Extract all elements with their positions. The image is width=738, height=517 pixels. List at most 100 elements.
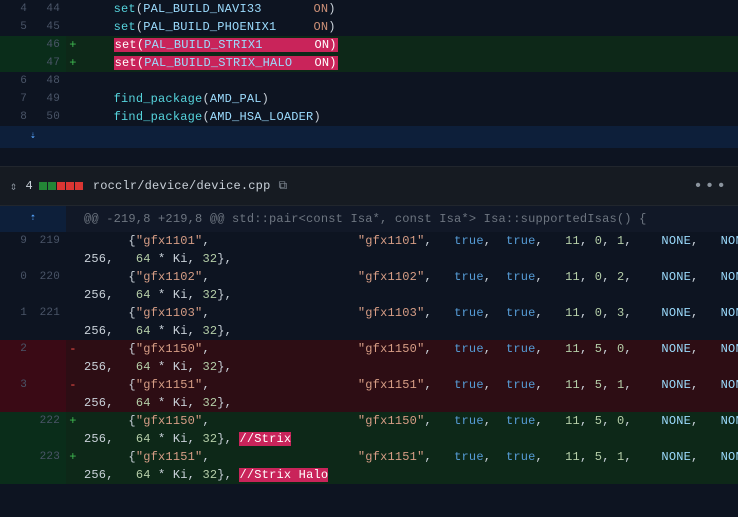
gutter-left[interactable] xyxy=(0,54,33,72)
gutter-left[interactable] xyxy=(0,412,33,430)
gutter-right[interactable]: 220 xyxy=(33,268,66,286)
code-row: 46+ set(PAL_BUILD_STRIX1 ON) xyxy=(0,36,738,54)
gutter-left[interactable]: 6 xyxy=(0,72,33,90)
diff-marker xyxy=(66,0,80,18)
gutter-left[interactable]: 2 xyxy=(0,340,33,358)
hunk-header-text: @@ -219,8 +219,8 @@ std::pair<const Isa*… xyxy=(80,206,738,232)
code-row-wrap: 256, 64 * Ki, 32}, //Strix Halo xyxy=(0,466,738,484)
gutter-left[interactable]: 8 xyxy=(0,108,33,126)
diff-marker xyxy=(66,268,80,286)
diff-marker xyxy=(66,18,80,36)
gutter-left[interactable]: 0 xyxy=(0,268,33,286)
code-row-wrap: 256, 64 * Ki, 32}, xyxy=(0,322,738,340)
code-row: 444 set(PAL_BUILD_NAVI33 ON) xyxy=(0,0,738,18)
gutter-right[interactable]: 44 xyxy=(33,0,66,18)
code-content: set(PAL_BUILD_STRIX1 ON) xyxy=(80,36,738,54)
expand-up-icon[interactable]: ⇡ xyxy=(30,206,36,232)
stat-box xyxy=(39,182,47,190)
diff-marker xyxy=(66,232,80,250)
code-content: 256, 64 * Ki, 32}, //Strix xyxy=(80,430,738,448)
code-content: {"gfx1103", "gfx1103", true, true, 11, 0… xyxy=(80,304,738,322)
diff-stat-count: 4 xyxy=(25,179,32,193)
gutter-left[interactable] xyxy=(0,448,33,466)
code-row: 749 find_package(AMD_PAL) xyxy=(0,90,738,108)
expand-down-row[interactable]: ⇣ xyxy=(0,126,738,148)
diff-marker xyxy=(66,90,80,108)
code-row: 223+ {"gfx1151", "gfx1151", true, true, … xyxy=(0,448,738,466)
gutter-right[interactable]: 45 xyxy=(33,18,66,36)
gutter-left[interactable] xyxy=(0,36,33,54)
diff-stat-boxes xyxy=(39,182,83,190)
code-content: 256, 64 * Ki, 32}, xyxy=(80,286,738,304)
gutter-left[interactable]: 3 xyxy=(0,376,33,394)
file2-diff: 9219 {"gfx1101", "gfx1101", true, true, … xyxy=(0,232,738,484)
file-header[interactable]: ⇕ 4 rocclr/device/device.cpp ⧉ ••• xyxy=(0,166,738,206)
code-row: 47+ set(PAL_BUILD_STRIX_HALO ON) xyxy=(0,54,738,72)
code-content: find_package(AMD_HSA_LOADER) xyxy=(80,108,738,126)
gutter-right[interactable]: 50 xyxy=(33,108,66,126)
stat-box xyxy=(66,182,74,190)
gutter-left[interactable]: 1 xyxy=(0,304,33,322)
gutter-right[interactable] xyxy=(33,376,66,394)
code-row: 850 find_package(AMD_HSA_LOADER) xyxy=(0,108,738,126)
gutter-right[interactable]: 48 xyxy=(33,72,66,90)
hunk-header-row: ⇡ @@ -219,8 +219,8 @@ std::pair<const Is… xyxy=(0,206,738,232)
code-row: 3 - {"gfx1151", "gfx1151", true, true, 11… xyxy=(0,376,738,394)
gutter-left[interactable]: 5 xyxy=(0,18,33,36)
gutter-right[interactable]: 47 xyxy=(33,54,66,72)
file-menu-icon[interactable]: ••• xyxy=(693,177,728,195)
code-content: {"gfx1151", "gfx1151", true, true, 11, 5… xyxy=(80,376,738,394)
code-row: 545 set(PAL_BUILD_PHOENIX1 ON) xyxy=(0,18,738,36)
gutter-right[interactable]: 222 xyxy=(33,412,66,430)
gutter-left[interactable]: 9 xyxy=(0,232,33,250)
code-row-wrap: 256, 64 * Ki, 32}, xyxy=(0,358,738,376)
code-content: {"gfx1102", "gfx1102", true, true, 11, 0… xyxy=(80,268,738,286)
code-content: {"gfx1150", "gfx1150", true, true, 11, 5… xyxy=(80,412,738,430)
stat-box xyxy=(75,182,83,190)
code-content: {"gfx1101", "gfx1101", true, true, 11, 0… xyxy=(80,232,738,250)
code-content: 256, 64 * Ki, 32}, xyxy=(80,358,738,376)
code-row: 1221 {"gfx1103", "gfx1103", true, true, … xyxy=(0,304,738,322)
code-row-wrap: 256, 64 * Ki, 32}, xyxy=(0,250,738,268)
gutter-left[interactable]: 4 xyxy=(0,0,33,18)
copy-path-icon[interactable]: ⧉ xyxy=(278,179,287,193)
gutter-right[interactable] xyxy=(33,340,66,358)
code-row: 648 xyxy=(0,72,738,90)
gutter-right[interactable]: 219 xyxy=(33,232,66,250)
code-content: set(PAL_BUILD_STRIX_HALO ON) xyxy=(80,54,738,72)
code-row: 2 - {"gfx1150", "gfx1150", true, true, 11… xyxy=(0,340,738,358)
code-row-wrap: 256, 64 * Ki, 32}, xyxy=(0,394,738,412)
code-row-wrap: 256, 64 * Ki, 32}, xyxy=(0,286,738,304)
toggle-file-icon[interactable]: ⇕ xyxy=(10,179,17,194)
code-content: 256, 64 * Ki, 32}, xyxy=(80,250,738,268)
expand-down-icon[interactable]: ⇣ xyxy=(0,126,66,148)
diff-marker xyxy=(66,72,80,90)
diff-marker: + xyxy=(66,54,80,72)
diff-marker xyxy=(66,304,80,322)
code-content: find_package(AMD_PAL) xyxy=(80,90,738,108)
diff-marker: + xyxy=(66,448,80,466)
code-content: {"gfx1150", "gfx1150", true, true, 11, 5… xyxy=(80,340,738,358)
diff-marker: + xyxy=(66,412,80,430)
gutter-right[interactable]: 223 xyxy=(33,448,66,466)
diff-container: 444 set(PAL_BUILD_NAVI33 ON)545 set(PAL_… xyxy=(0,0,738,484)
gutter-right[interactable]: 46 xyxy=(33,36,66,54)
file-path[interactable]: rocclr/device/device.cpp xyxy=(93,179,271,193)
gutter-right[interactable]: 221 xyxy=(33,304,66,322)
code-content: 256, 64 * Ki, 32}, //Strix Halo xyxy=(80,466,738,484)
code-row-wrap: 256, 64 * Ki, 32}, //Strix xyxy=(0,430,738,448)
stat-box xyxy=(48,182,56,190)
stat-box xyxy=(57,182,65,190)
code-content xyxy=(80,72,738,90)
gutter-right[interactable]: 49 xyxy=(33,90,66,108)
diff-marker: + xyxy=(66,36,80,54)
diff-marker xyxy=(66,108,80,126)
code-content: 256, 64 * Ki, 32}, xyxy=(80,322,738,340)
code-content: {"gfx1151", "gfx1151", true, true, 11, 5… xyxy=(80,448,738,466)
diff-marker: - xyxy=(66,376,80,394)
code-row: 222+ {"gfx1150", "gfx1150", true, true, … xyxy=(0,412,738,430)
diff-marker: - xyxy=(66,340,80,358)
file1-diff: 444 set(PAL_BUILD_NAVI33 ON)545 set(PAL_… xyxy=(0,0,738,126)
code-content: set(PAL_BUILD_NAVI33 ON) xyxy=(80,0,738,18)
gutter-left[interactable]: 7 xyxy=(0,90,33,108)
